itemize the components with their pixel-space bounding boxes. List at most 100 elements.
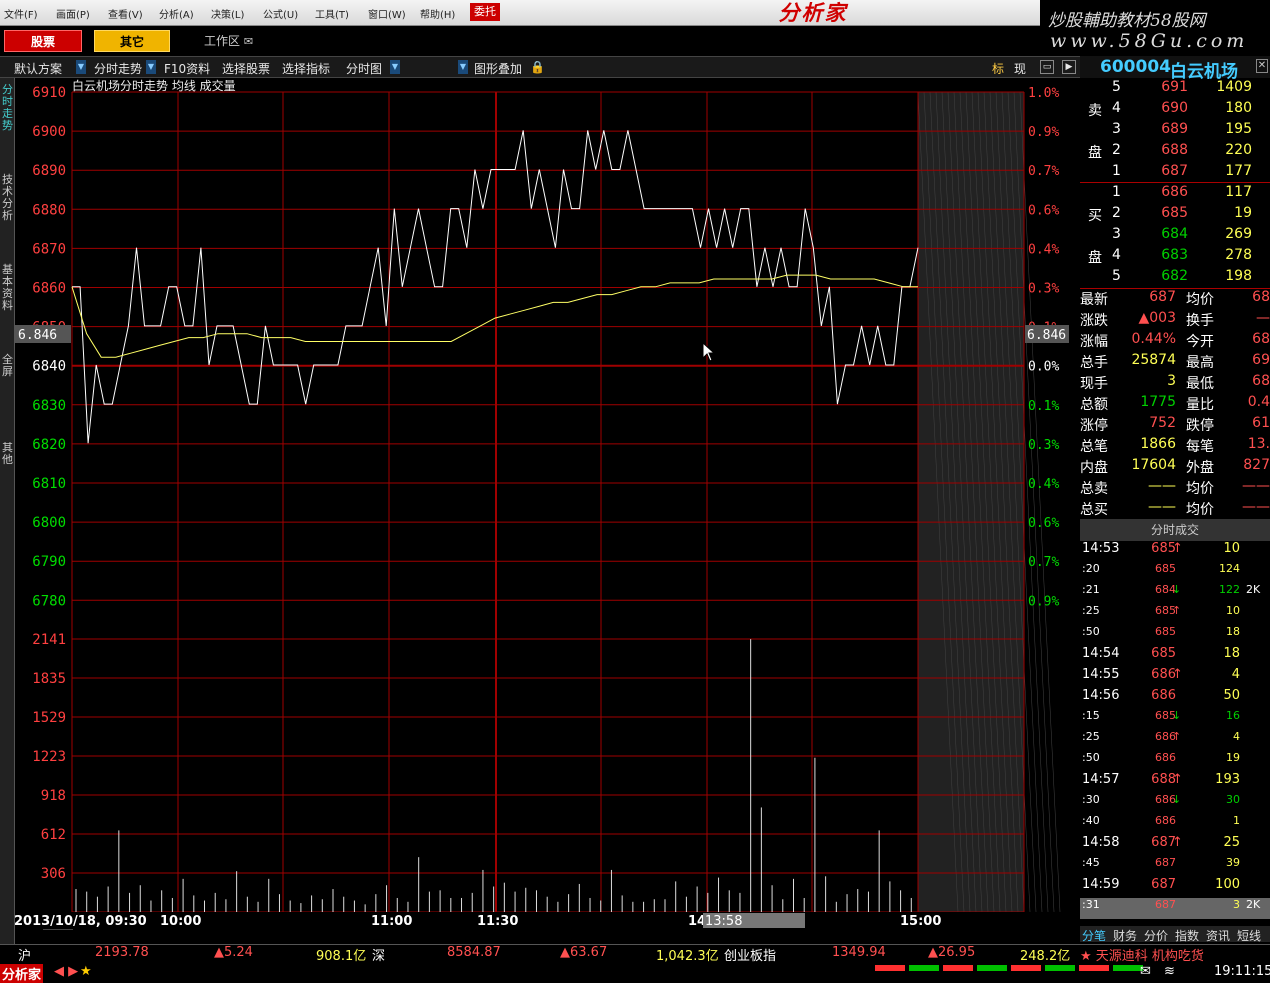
tab-stock[interactable]: 股票 [4,30,82,52]
tick-row: :30 686 ↓ 30 [1080,793,1270,814]
ticks-header[interactable]: 分时成交 [1080,519,1270,541]
tick-volume: 10 [1226,604,1240,617]
sector-bar [943,965,973,971]
tick-row: :25 686 ↑ 4 [1080,730,1270,751]
tick-price: 686 [1155,814,1176,827]
menu-decision[interactable]: 决策(L) [211,6,244,21]
tick-price: 686 [1151,667,1176,682]
bottom-tab[interactable]: 财务 [1113,927,1137,944]
buy-label: 买 [1088,208,1102,224]
window-icon[interactable]: ▭ [1040,60,1054,74]
lock-icon[interactable]: 🔒 [530,60,545,74]
tick-volume: 10 [1223,541,1240,556]
menu-screen[interactable]: 画面(P) [56,6,90,21]
tick-price: 685 [1155,625,1176,638]
chevron-down-icon[interactable]: ▼ [458,60,468,74]
chevron-down-icon[interactable]: ▼ [390,60,400,74]
bid-price: 686 [1161,184,1188,200]
chevron-down-icon[interactable]: ▼ [146,60,156,74]
bottom-tab[interactable]: 指数 [1175,927,1199,944]
stat-value-2: 13. [1247,436,1270,452]
menu-analysis[interactable]: 分析(A) [159,6,194,21]
sell-label: 卖 [1088,103,1102,119]
tick-volume: 1 [1233,814,1240,827]
nav-arrows-icon: ◀ ▶ [54,964,79,979]
intraday-select[interactable]: 分时走势 [94,60,142,77]
now-button[interactable]: 现 [1014,60,1026,77]
bid-price: 684 [1161,226,1188,242]
menu-file[interactable]: 文件(F) [4,6,38,21]
select-index-button[interactable]: 选择指标 [282,60,330,77]
tick-arrow: ↑ [1172,835,1183,850]
chevron-down-icon[interactable]: ▼ [76,60,86,74]
stat-row: 总手 25874 最高 69 [1080,352,1270,373]
menu-tools[interactable]: 工具(T) [315,6,349,21]
sh-index: 2193.78 [95,945,149,960]
stat-value: 687 [1149,289,1176,305]
select-stock-button[interactable]: 选择股票 [222,60,270,77]
time-label: 2013/10/18, 09:30 [14,914,147,929]
tick-row: :25 685 ↑ 10 [1080,604,1270,625]
sector-bar [1113,965,1143,971]
volume-tick-label: 306 [41,866,66,882]
stat-label: 现手 [1080,376,1108,392]
menu-window[interactable]: 窗口(W) [368,6,406,21]
bid-row: 1 686 117 [1080,184,1270,205]
mark-button[interactable]: 标 [992,60,1004,77]
bid-row: 3 684 269 [1080,226,1270,247]
sell-label-row: 卖 [1080,100,1270,121]
tick-row: 14:59 687 100 [1080,877,1270,898]
tick-arrow: ↑ [1172,604,1182,617]
intraday-chart[interactable]: 6910 1.0% 6900 0.9% 6890 0.7% 6880 0.6% 6870 0.4%… [0,78,1080,930]
tick-volume: 18 [1223,646,1240,661]
stat-label: 总手 [1080,355,1108,371]
sector-bar [875,965,905,971]
tick-volume: 30 [1226,793,1240,806]
ask-price: 689 [1161,121,1188,137]
tick-price: 687 [1155,898,1176,911]
ask-level: 5 [1112,79,1121,95]
stat-label: 总买 [1080,502,1108,518]
tick-time: 14:54 [1082,646,1120,661]
tick-price: 685 [1155,709,1176,722]
stat-value: 25874 [1131,352,1176,368]
menu-view[interactable]: 查看(V) [108,6,143,21]
sector-bar [1011,965,1041,971]
stat-value: 3 [1167,373,1176,389]
tick-row: :50 686 19 [1080,751,1270,772]
bottom-tab[interactable]: 分价 [1144,927,1168,944]
tick-arrow: ↓ [1172,583,1182,596]
menu-formula[interactable]: 公式(U) [263,6,298,21]
app-logo-status: 分析家 [0,964,44,983]
volume-tick-label: 1835 [32,671,66,687]
tab-workspace[interactable]: 工作区 ✉ [204,30,253,52]
tick-price: 686 [1151,688,1176,703]
stat-value-2: 69 [1252,352,1270,368]
tick-row: 14:55 686 ↑ 4 [1080,667,1270,688]
bottom-tab[interactable]: 分笔 [1082,927,1106,944]
ask-price: 691 [1161,79,1188,95]
time-label: 11:00 [371,914,412,929]
overlay-button[interactable]: 图形叠加 [474,60,522,77]
tick-time: :31 [1082,898,1100,911]
f10-button[interactable]: F10资料 [164,60,210,77]
ask-volume: 177 [1225,163,1252,179]
entrust-button[interactable]: 委托 [470,3,500,21]
stat-label: 涨停 [1080,418,1108,434]
scheme-select[interactable]: 默认方案 [14,60,62,77]
tick-volume: 4 [1231,667,1240,682]
tab-other[interactable]: 其它 [94,30,170,52]
stat-label: 总额 [1080,397,1108,413]
chart-type-select[interactable]: 分时图 [346,60,382,77]
tick-volume: 124 [1219,562,1240,575]
menu-help[interactable]: 帮助(H) [420,6,455,21]
tick-row: 14:54 685 18 [1080,646,1270,667]
toggle-panel-icon[interactable]: ▶ [1062,60,1076,74]
stat-label-2: 每笔 [1186,439,1214,455]
clock: 19:11:15 [1214,964,1270,979]
bottom-tab[interactable]: 短线 [1237,927,1261,944]
stat-label: 涨跌 [1080,313,1108,329]
price-tick-label: 6840 [32,359,66,375]
close-icon[interactable]: ✕ [1256,59,1268,73]
bottom-tab[interactable]: 资讯 [1206,927,1230,944]
